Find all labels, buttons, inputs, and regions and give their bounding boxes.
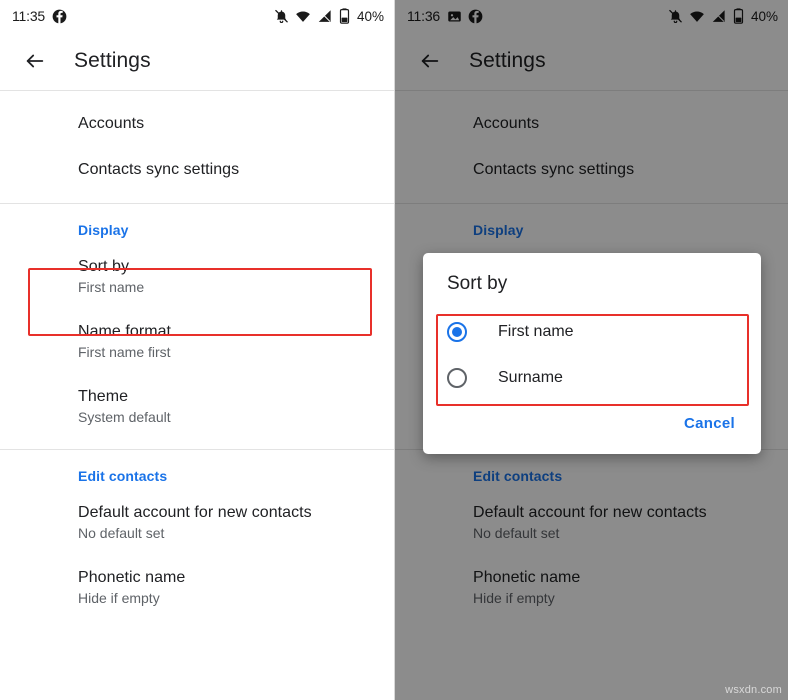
wifi-icon [295, 9, 311, 24]
dialog-option-first-name[interactable]: First name [423, 309, 761, 355]
list-item-subtitle: Hide if empty [78, 590, 160, 606]
radio-button-selected-icon[interactable] [447, 322, 467, 342]
app-bar-left: Settings [0, 32, 394, 90]
bell-off-icon [274, 9, 289, 24]
list-item-name-format[interactable]: Name format First name first [0, 309, 394, 374]
facebook-icon [52, 9, 67, 24]
status-left-icons [52, 9, 67, 24]
section-header-edit-contacts: Edit contacts [78, 468, 168, 484]
dialog-option-label: First name [498, 323, 574, 340]
back-arrow-icon[interactable] [18, 44, 52, 78]
dialog-option-surname[interactable]: Surname [423, 355, 761, 401]
section-header-display: Display [78, 222, 129, 238]
status-right-icons: 40% [274, 8, 384, 24]
status-time: 11:35 [12, 8, 45, 24]
list-item-title: Contacts sync settings [78, 161, 240, 178]
cancel-button[interactable]: Cancel [678, 409, 741, 438]
radio-button-unselected-icon[interactable] [447, 368, 467, 388]
dialog-title: Sort by [447, 273, 508, 294]
list-item-subtitle: System default [78, 409, 171, 425]
list-item-title: Accounts [78, 115, 145, 132]
list-item-phonetic-name[interactable]: Phonetic name Hide if empty [0, 555, 394, 620]
phone-screen-right: 11:36 40% Settings Accounts Contacts syn… [394, 0, 788, 700]
list-item-title: Sort by [78, 258, 130, 275]
list-item-title: Name format [78, 323, 172, 340]
list-item-contacts-sync[interactable]: Contacts sync settings [0, 147, 394, 193]
cell-signal-icon [317, 9, 333, 24]
watermark: wsxdn.com [725, 684, 782, 696]
list-item-subtitle: First name first [78, 344, 171, 360]
status-bar-left: 11:35 40% [0, 0, 394, 32]
sort-by-dialog: Sort by First name Surname Cancel [423, 253, 761, 454]
list-item-title: Default account for new contacts [78, 504, 312, 521]
list-item-sort-by[interactable]: Sort by First name [0, 244, 394, 309]
battery-icon [339, 8, 350, 24]
list-item-subtitle: No default set [78, 525, 165, 541]
settings-list-left: Accounts Contacts sync settings Display … [0, 91, 394, 620]
phone-screen-left: 11:35 40% Settings Accounts Contacts syn… [0, 0, 394, 700]
list-item-accounts[interactable]: Accounts [0, 101, 394, 147]
screenshot-pair: 11:35 40% Settings Accounts Contacts syn… [0, 0, 788, 700]
list-item-theme[interactable]: Theme System default [0, 374, 394, 439]
list-item-title: Theme [78, 388, 129, 405]
dialog-option-label: Surname [498, 369, 563, 386]
dialog-actions: Cancel [423, 401, 761, 448]
list-item-subtitle: First name [78, 279, 145, 295]
page-title: Settings [74, 49, 151, 72]
battery-percent: 40% [356, 8, 384, 24]
list-item-title: Phonetic name [78, 569, 186, 586]
list-item-default-account[interactable]: Default account for new contacts No defa… [0, 490, 394, 555]
